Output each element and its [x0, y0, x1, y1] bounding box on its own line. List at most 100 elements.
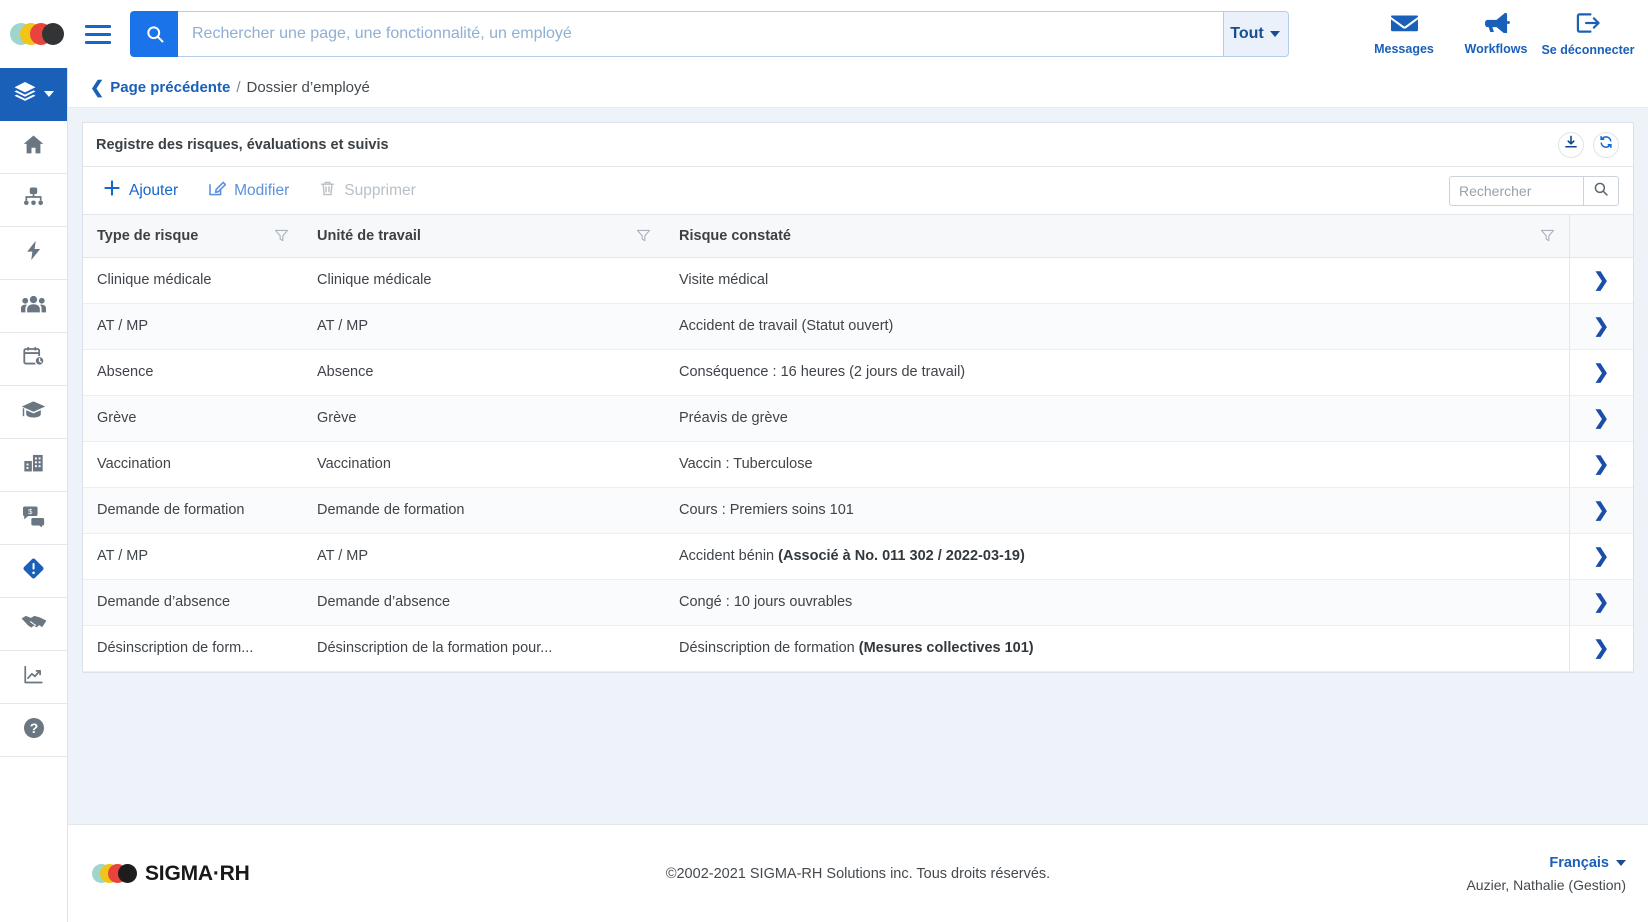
sidebar-item-organigramme[interactable] — [0, 174, 67, 227]
filter-icon[interactable] — [1540, 228, 1555, 243]
cell-row-action[interactable]: ❯ — [1568, 395, 1633, 442]
cell-unite-de-travail: Absence — [303, 349, 665, 396]
table-row[interactable]: Demande d’absence Demande d’absence Congé … — [83, 579, 1633, 626]
sidebar-item-aide[interactable]: ? — [0, 704, 67, 757]
table-row[interactable]: Demande de formation Demande de formation… — [83, 487, 1633, 534]
sidebar-item-rapports[interactable] — [0, 651, 67, 704]
logout-button[interactable]: Se déconnecter — [1541, 0, 1635, 68]
risk-register-panel: Registre des risques, évaluations et sui… — [82, 122, 1634, 673]
sidebar-item-temps-presences[interactable] — [0, 333, 67, 386]
sidebar-item-relations-travail[interactable] — [0, 598, 67, 651]
cell-type-de-risque: Vaccination — [83, 441, 303, 488]
body-wrapper: $ ? ❮ Page précédente / Dossier d’employ… — [0, 68, 1648, 922]
messages-button[interactable]: Messages — [1358, 0, 1450, 68]
breadcrumb-back-link[interactable]: Page précédente — [110, 79, 230, 96]
table-row[interactable]: Grève Grève Préavis de grève ❯ — [83, 395, 1633, 442]
table-search-button[interactable] — [1583, 175, 1619, 206]
sidebar-item-accueil[interactable] — [0, 121, 67, 174]
cell-type-de-risque: Demande d’absence — [83, 579, 303, 626]
add-button[interactable]: Ajouter — [103, 179, 178, 202]
cell-row-action[interactable]: ❯ — [1568, 257, 1633, 304]
cell-type-de-risque: Absence — [83, 349, 303, 396]
search-icon[interactable] — [130, 11, 178, 57]
filter-icon[interactable] — [274, 228, 289, 243]
cell-risque-constate: Congé : 10 jours ouvrables — [665, 579, 1569, 626]
workflows-button[interactable]: Workflows — [1450, 0, 1542, 68]
cell-row-action[interactable]: ❯ — [1568, 625, 1633, 672]
cell-risque-constate: Vaccin : Tuberculose — [665, 441, 1569, 488]
content-area: Registre des risques, évaluations et sui… — [68, 108, 1648, 824]
download-button[interactable] — [1558, 131, 1584, 158]
top-bar-actions: Messages Workflows Se déconnecter — [1358, 0, 1648, 68]
chevron-right-icon[interactable]: ❯ — [1593, 408, 1609, 429]
sidebar-item-layers[interactable] — [0, 68, 67, 121]
table-row[interactable]: AT / MP AT / MP Accident bénin (Associé à … — [83, 533, 1633, 580]
home-icon — [22, 133, 45, 161]
risque-text: Conséquence : 16 heures (2 jours de trav… — [679, 364, 966, 380]
table-row[interactable]: AT / MP AT / MP Accident de travail (Statu… — [83, 303, 1633, 350]
table-row[interactable]: Absence Absence Conséquence : 16 heures (2… — [83, 349, 1633, 396]
sidebar-item-entreprise[interactable] — [0, 439, 67, 492]
table-header-row: Type de risque Unité de travail Risque c… — [83, 215, 1633, 258]
panel-title: Registre des risques, évaluations et sui… — [96, 136, 389, 153]
refresh-icon — [1599, 135, 1613, 154]
chevron-left-icon[interactable]: ❮ — [90, 79, 104, 96]
cell-type-de-risque: Grève — [83, 395, 303, 442]
table-row[interactable]: Clinique médicale Clinique médicale Visite… — [83, 257, 1633, 304]
workflows-label: Workflows — [1464, 42, 1528, 56]
sidebar-item-formation[interactable] — [0, 386, 67, 439]
column-header-type-de-risque[interactable]: Type de risque — [83, 215, 303, 258]
search-scope-dropdown[interactable]: Tout — [1223, 11, 1289, 57]
cell-row-action[interactable]: ❯ — [1568, 533, 1633, 580]
cell-unite-de-travail: Clinique médicale — [303, 257, 665, 304]
chevron-right-icon[interactable]: ❯ — [1593, 316, 1609, 337]
cell-risque-constate: Conséquence : 16 heures (2 jours de trav… — [665, 349, 1569, 396]
global-search-input[interactable] — [178, 11, 1223, 57]
messages-label: Messages — [1374, 41, 1434, 56]
building-icon — [22, 452, 45, 479]
cell-row-action[interactable]: ❯ — [1568, 303, 1633, 350]
table-row[interactable]: Désinscription de form... Désinscription … — [83, 625, 1633, 672]
sigma-rh-dots-logo-icon — [10, 23, 64, 45]
chevron-right-icon[interactable]: ❯ — [1593, 592, 1609, 613]
footer-right: Français Auzier, Nathalie (Gestion) — [1466, 854, 1626, 893]
handshake-icon — [21, 612, 47, 636]
column-header-unite-de-travail[interactable]: Unité de travail — [303, 215, 665, 258]
chevron-right-icon[interactable]: ❯ — [1593, 546, 1609, 567]
chevron-right-icon[interactable]: ❯ — [1593, 362, 1609, 383]
edit-button[interactable]: Modifier — [208, 179, 289, 202]
logout-label: Se déconnecter — [1541, 42, 1635, 57]
cell-row-action[interactable]: ❯ — [1568, 487, 1633, 534]
add-label: Ajouter — [129, 181, 179, 199]
filter-icon[interactable] — [636, 228, 651, 243]
column-header-risque-constate[interactable]: Risque constaté — [665, 215, 1569, 258]
cell-row-action[interactable]: ❯ — [1568, 349, 1633, 396]
delete-button: Supprimer — [319, 180, 416, 202]
envelope-icon — [1390, 13, 1418, 38]
panel-header-actions — [1558, 131, 1619, 158]
cell-row-action[interactable]: ❯ — [1568, 579, 1633, 626]
language-selector[interactable]: Français — [1549, 855, 1626, 871]
sidebar-item-actions-rapides[interactable] — [0, 227, 67, 280]
chevron-right-icon[interactable]: ❯ — [1593, 270, 1609, 291]
panel-toolbar: Ajouter Modifier Supprimer Rechercher — [83, 167, 1633, 215]
breadcrumb-current: Dossier d’employé — [246, 79, 370, 96]
chevron-right-icon[interactable]: ❯ — [1593, 500, 1609, 521]
risque-text: Congé : 10 jours ouvrables — [679, 594, 853, 610]
sidebar-item-sante-securite[interactable] — [0, 545, 67, 598]
table-row[interactable]: Vaccination Vaccination Vaccin : Tuberculo… — [83, 441, 1633, 488]
refresh-button[interactable] — [1593, 131, 1619, 158]
sidebar-item-employes[interactable] — [0, 280, 67, 333]
brand-logo[interactable] — [0, 0, 72, 68]
plus-icon — [103, 179, 121, 202]
sidebar-item-remuneration[interactable]: $ — [0, 492, 67, 545]
chevron-right-icon[interactable]: ❯ — [1593, 638, 1609, 659]
cell-row-action[interactable]: ❯ — [1568, 441, 1633, 488]
hamburger-menu-icon[interactable] — [72, 0, 124, 68]
table-search-input[interactable] — [1449, 175, 1583, 206]
chevron-down-icon — [1269, 31, 1280, 37]
cell-risque-constate: Accident de travail (Statut ouvert) — [665, 303, 1569, 350]
risk-table: Type de risque Unité de travail Risque c… — [83, 215, 1633, 672]
chevron-right-icon[interactable]: ❯ — [1593, 454, 1609, 475]
main-region: ❮ Page précédente / Dossier d’employé Re… — [68, 68, 1648, 922]
